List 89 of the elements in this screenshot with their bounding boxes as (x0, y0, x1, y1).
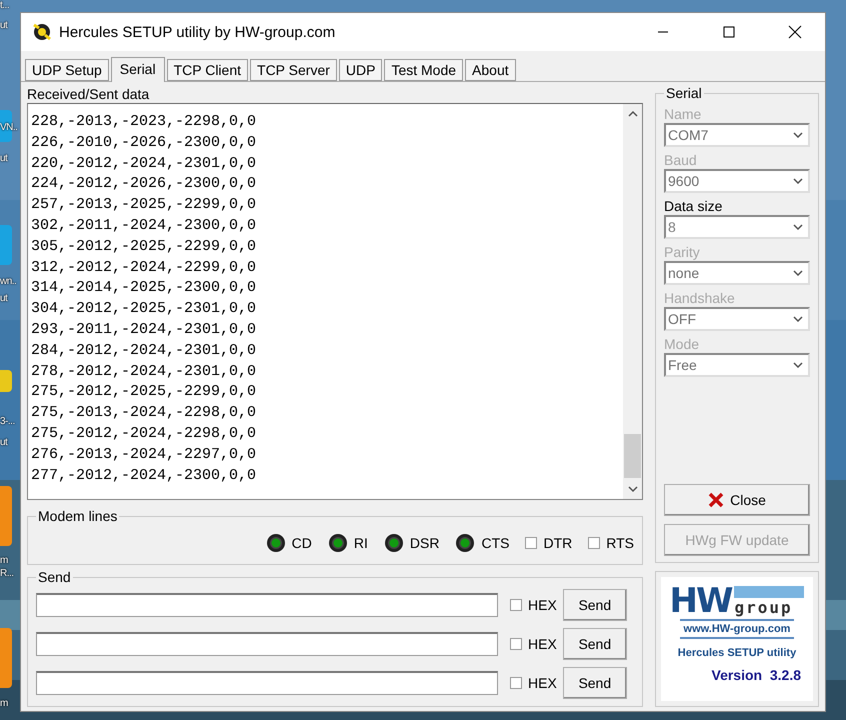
data-line: 278,-2012,-2024,-2301,0,0 (31, 362, 256, 382)
field-label: Handshake (664, 289, 736, 307)
desktop-icon-label: wn.. (0, 276, 16, 288)
data-line: 277,-2012,-2024,-2300,0,0 (31, 466, 256, 486)
close-icon (708, 492, 724, 508)
desktop-icon-label: R... (0, 568, 14, 580)
checkbox-label: HEX (528, 675, 557, 691)
dropdown[interactable]: 8 (664, 215, 810, 239)
caret-icon (793, 362, 803, 368)
data-line: 220,-2012,-2024,-2301,0,0 (31, 154, 256, 174)
data-line: 284,-2012,-2024,-2301,0,0 (31, 340, 256, 361)
tab[interactable]: Serial (110, 57, 165, 82)
desktop-icon-label: t... (0, 0, 10, 12)
led-label: DSR (410, 535, 440, 551)
checkbox-label: HEX (528, 597, 557, 613)
desktop-icon-label: ut (0, 153, 8, 165)
send-input-field[interactable] (36, 671, 498, 695)
data-line: 276,-2013,-2024,-2297,0,0 (31, 444, 256, 465)
checkbox[interactable] (510, 638, 522, 650)
caret-icon (793, 316, 803, 322)
desktop-icon-label: ut (0, 293, 8, 305)
send-input-field[interactable] (36, 632, 498, 656)
led-label: CD (292, 535, 312, 551)
data-line: 275,-2012,-2024,-2298,0,0 (31, 424, 256, 444)
checkbox-label: DTR (543, 535, 572, 551)
logo-bar-icon (734, 586, 804, 598)
send-input-field[interactable] (36, 593, 498, 617)
version-text: Version 3.2.8 (712, 667, 801, 683)
field-label: Data size (664, 197, 724, 215)
group-title: Send (37, 569, 72, 585)
group-title: Serial (665, 85, 703, 101)
tab[interactable]: TCP Client (166, 59, 248, 81)
caret-icon (793, 178, 803, 184)
checkbox-label: RTS (606, 535, 634, 551)
product-name: Hercules SETUP utility (678, 647, 796, 659)
section-label: Received/Sent data (27, 85, 150, 103)
tab[interactable]: TCP Server (250, 59, 337, 81)
desktop-icon-label: 3-... (0, 416, 15, 428)
logo-text: group (734, 598, 794, 617)
data-line: 302,-2011,-2024,-2300,0,0 (31, 216, 256, 236)
checkbox[interactable] (510, 599, 522, 611)
caret-icon (793, 132, 803, 138)
data-line: 226,-2010,-2026,-2300,0,0 (31, 132, 256, 153)
data-line: 275,-2013,-2024,-2298,0,0 (31, 403, 256, 424)
led-label: RI (354, 535, 368, 551)
data-line: 228,-2013,-2023,-2298,0,0 (31, 112, 256, 132)
checkbox-label: HEX (528, 636, 557, 652)
checkbox[interactable] (525, 537, 538, 549)
scrollbar-thumb[interactable] (624, 434, 641, 478)
tab[interactable]: Test Mode (384, 59, 464, 81)
desktop-icon-label: VN.. (0, 122, 18, 134)
caret-icon (793, 270, 803, 276)
data-line: 275,-2012,-2025,-2299,0,0 (31, 382, 256, 402)
desktop-icon-label: m (0, 698, 8, 710)
maximize-icon (723, 26, 735, 38)
data-line: 304,-2012,-2025,-2301,0,0 (31, 299, 256, 320)
send-button[interactable]: Send (562, 667, 627, 699)
window-title: Hercules SETUP utility by HW-group.com (59, 24, 336, 40)
app-icon[interactable] (0, 370, 12, 392)
close-icon (788, 25, 802, 39)
caret-icon (793, 224, 803, 230)
send-button[interactable]: Send (562, 628, 627, 660)
desktop-icon-label: ut (0, 437, 8, 449)
field-label: Mode (664, 335, 700, 353)
data-line: 305,-2012,-2025,-2299,0,0 (31, 236, 256, 257)
received-data-area[interactable] (27, 103, 643, 500)
scrollbar[interactable] (623, 104, 642, 499)
desktop-icon-label: ut (0, 20, 8, 32)
field-label: Name (664, 105, 702, 123)
data-line: 312,-2012,-2024,-2299,0,0 (31, 258, 256, 278)
tab[interactable]: UDP (338, 59, 382, 81)
group-title: Modem lines (37, 508, 118, 524)
led-label: CTS (481, 535, 510, 551)
data-line: 293,-2011,-2024,-2301,0,0 (31, 320, 256, 340)
gear-icon (31, 22, 53, 42)
send-button[interactable]: Send (562, 589, 627, 621)
checkbox[interactable] (588, 537, 600, 549)
checkbox[interactable] (510, 677, 522, 689)
logo-text: HW (670, 585, 732, 617)
website-link[interactable]: www.HW-group.com (680, 619, 794, 639)
tab[interactable]: About (465, 59, 516, 81)
field-label: Baud (664, 151, 698, 169)
tab[interactable]: UDP Setup (25, 59, 109, 81)
data-line: 257,-2013,-2025,-2299,0,0 (31, 195, 256, 216)
data-line: 314,-2014,-2025,-2300,0,0 (31, 278, 256, 298)
field-label: Parity (664, 243, 701, 261)
desktop-icon-label: m (0, 555, 8, 567)
close-port-button[interactable]: Close (664, 484, 810, 516)
data-line: 224,-2012,-2026,-2300,0,0 (31, 174, 256, 194)
